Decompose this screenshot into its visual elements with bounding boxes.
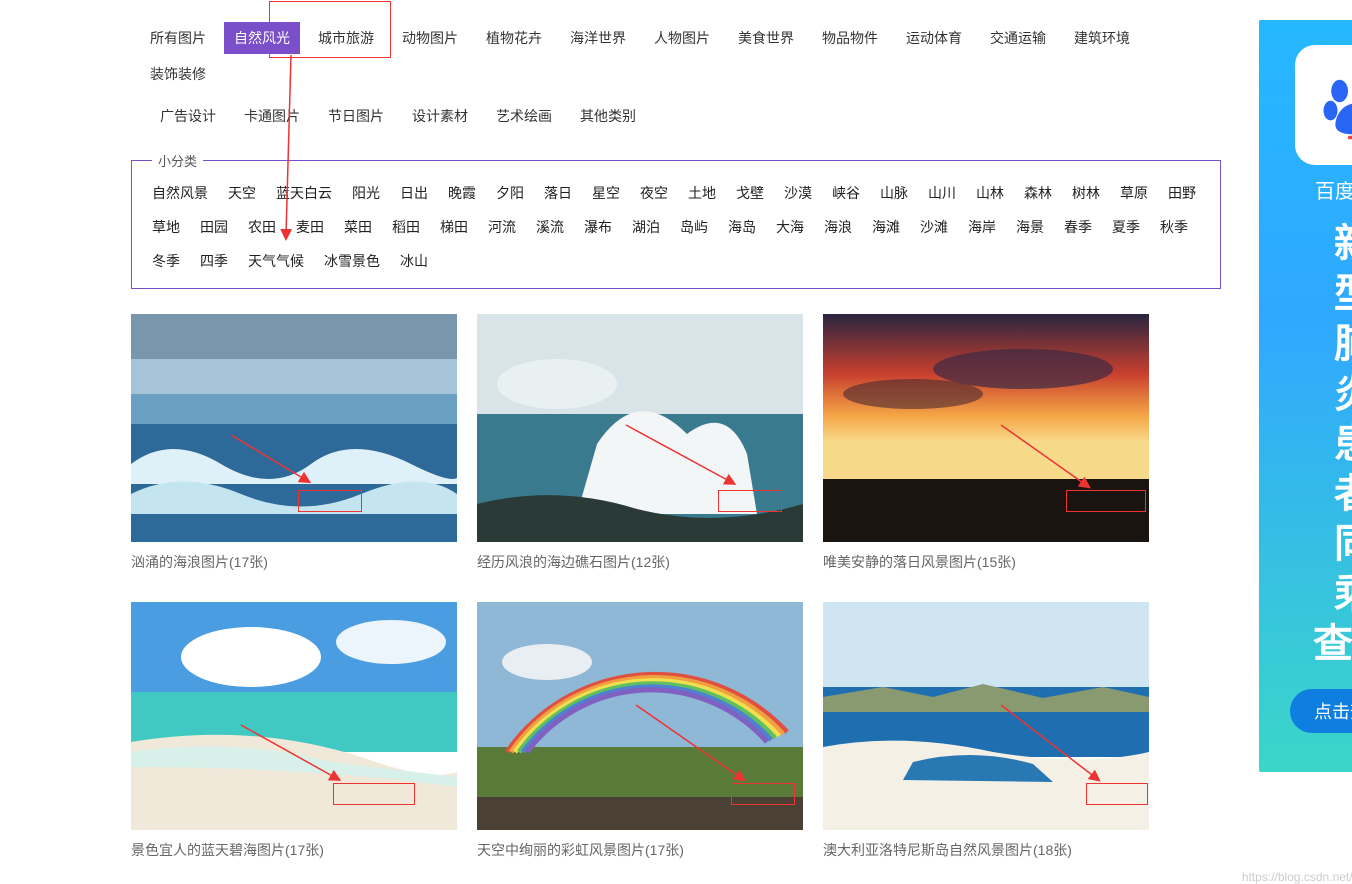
subcategory-item[interactable]: 森林 (1016, 179, 1060, 207)
baidu-paw-icon (1320, 70, 1352, 140)
subcategory-item[interactable]: 自然风景 (144, 179, 216, 207)
subcategory-item[interactable]: 星空 (584, 179, 628, 207)
subcategory-item[interactable]: 瀑布 (576, 213, 620, 241)
watermark-text: https://blog.csdn.net/qq_43068675 (1242, 870, 1352, 884)
subcategory-item[interactable]: 岛屿 (672, 213, 716, 241)
category-城市旅游[interactable]: 城市旅游 (308, 22, 384, 54)
image-card[interactable]: 唯美安静的落日风景图片(15张) (823, 314, 1149, 572)
subcategory-item[interactable]: 天空 (220, 179, 264, 207)
subcategory-item[interactable]: 大海 (768, 213, 812, 241)
subcategory-item[interactable]: 山脉 (872, 179, 916, 207)
ad-cta-button[interactable]: 点击查询› (1290, 689, 1352, 733)
subcategory-item[interactable]: 农田 (240, 213, 284, 241)
category-设计素材[interactable]: 设计素材 (402, 100, 478, 132)
category-交通运输[interactable]: 交通运输 (980, 22, 1056, 54)
card-title: 天空中绚丽的彩虹风景图片(17张) (477, 840, 803, 860)
subcategory-item[interactable]: 沙漠 (776, 179, 820, 207)
subcategory-item[interactable]: 草原 (1112, 179, 1156, 207)
image-card[interactable]: 天空中绚丽的彩虹风景图片(17张) (477, 602, 803, 860)
card-title: 澳大利亚洛特尼斯岛自然风景图片(18张) (823, 840, 1149, 860)
subcategory-item[interactable]: 戈壁 (728, 179, 772, 207)
image-card[interactable]: 汹涌的海浪图片(17张) (131, 314, 457, 572)
category-卡通图片[interactable]: 卡通图片 (234, 100, 310, 132)
card-title: 景色宜人的蓝天碧海图片(17张) (131, 840, 457, 860)
subcategory-item[interactable]: 溪流 (528, 213, 572, 241)
subcategory-item[interactable]: 夏季 (1104, 213, 1148, 241)
subcategory-item[interactable]: 梯田 (432, 213, 476, 241)
image-grid: 汹涌的海浪图片(17张) 经历风浪的海边礁石图片(12张) 唯美安静的落日风景图片(… (126, 314, 1226, 860)
image-card[interactable]: 景色宜人的蓝天碧海图片(17张) (131, 602, 457, 860)
category-艺术绘画[interactable]: 艺术绘画 (486, 100, 562, 132)
category-美食世界[interactable]: 美食世界 (728, 22, 804, 54)
side-advertisement[interactable]: 百度APP 新型肺炎患者同乘查询 点击查询› ◐广告✕ (1259, 20, 1352, 772)
subcategory-box: 小分类 自然风景天空蓝天白云阳光日出晚霞夕阳落日星空夜空土地戈壁沙漠峡谷山脉山川… (131, 160, 1221, 289)
subcategory-item[interactable]: 田野 (1160, 179, 1204, 207)
category-bar: 所有图片自然风光城市旅游动物图片植物花卉海洋世界人物图片美食世界物品物件运动体育… (126, 20, 1226, 150)
image-card[interactable]: 经历风浪的海边礁石图片(12张) (477, 314, 803, 572)
category-装饰装修[interactable]: 装饰装修 (140, 58, 216, 90)
card-title: 汹涌的海浪图片(17张) (131, 552, 457, 572)
subcategory-item[interactable]: 四季 (192, 247, 236, 275)
subcategory-item[interactable]: 沙滩 (912, 213, 956, 241)
subcategory-item[interactable]: 稻田 (384, 213, 428, 241)
subcategory-item[interactable]: 土地 (680, 179, 724, 207)
subcategory-item[interactable]: 河流 (480, 213, 524, 241)
subcategory-item[interactable]: 冰雪景色 (316, 247, 388, 275)
subcategory-item[interactable]: 晚霞 (440, 179, 484, 207)
ad-main-text: 新型肺炎患者同乘查询 (1259, 219, 1352, 669)
category-自然风光[interactable]: 自然风光 (224, 22, 300, 54)
category-节日图片[interactable]: 节日图片 (318, 100, 394, 132)
subcategory-item[interactable]: 海岛 (720, 213, 764, 241)
category-植物花卉[interactable]: 植物花卉 (476, 22, 552, 54)
subcategory-item[interactable]: 菜田 (336, 213, 380, 241)
baidu-logo-card (1295, 45, 1352, 165)
subcategory-item[interactable]: 山林 (968, 179, 1012, 207)
ad-brand-label: 百度APP (1259, 175, 1352, 204)
subcategory-item[interactable]: 夕阳 (488, 179, 532, 207)
subcategory-item[interactable]: 冰山 (392, 247, 436, 275)
subcategory-item[interactable]: 阳光 (344, 179, 388, 207)
subcategory-item[interactable]: 日出 (392, 179, 436, 207)
subcategory-item[interactable]: 天气气候 (240, 247, 312, 275)
subcategory-item[interactable]: 海浪 (816, 213, 860, 241)
subcategory-item[interactable]: 湖泊 (624, 213, 668, 241)
category-海洋世界[interactable]: 海洋世界 (560, 22, 636, 54)
subcategory-item[interactable]: 田园 (192, 213, 236, 241)
card-title: 唯美安静的落日风景图片(15张) (823, 552, 1149, 572)
category-运动体育[interactable]: 运动体育 (896, 22, 972, 54)
subcategory-item[interactable]: 冬季 (144, 247, 188, 275)
subcategory-legend: 小分类 (152, 151, 203, 170)
page-container: 所有图片自然风光城市旅游动物图片植物花卉海洋世界人物图片美食世界物品物件运动体育… (126, 0, 1226, 880)
subcategory-item[interactable]: 麦田 (288, 213, 332, 241)
category-物品物件[interactable]: 物品物件 (812, 22, 888, 54)
subcategory-item[interactable]: 落日 (536, 179, 580, 207)
category-建筑环境[interactable]: 建筑环境 (1064, 22, 1140, 54)
subcategory-item[interactable]: 草地 (144, 213, 188, 241)
subcategory-item[interactable]: 夜空 (632, 179, 676, 207)
category-人物图片[interactable]: 人物图片 (644, 22, 720, 54)
image-card[interactable]: 澳大利亚洛特尼斯岛自然风景图片(18张) (823, 602, 1149, 860)
subcategory-item[interactable]: 春季 (1056, 213, 1100, 241)
subcategory-item[interactable]: 蓝天白云 (268, 179, 340, 207)
category-其他类别[interactable]: 其他类别 (570, 100, 646, 132)
category-动物图片[interactable]: 动物图片 (392, 22, 468, 54)
subcategory-item[interactable]: 树林 (1064, 179, 1108, 207)
subcategory-item[interactable]: 海景 (1008, 213, 1052, 241)
subcategory-item[interactable]: 秋季 (1152, 213, 1196, 241)
card-title: 经历风浪的海边礁石图片(12张) (477, 552, 803, 572)
subcategory-item[interactable]: 海滩 (864, 213, 908, 241)
category-所有图片[interactable]: 所有图片 (140, 22, 216, 54)
subcategory-item[interactable]: 海岸 (960, 213, 1004, 241)
subcategory-item[interactable]: 峡谷 (824, 179, 868, 207)
subcategory-item[interactable]: 山川 (920, 179, 964, 207)
category-广告设计[interactable]: 广告设计 (150, 100, 226, 132)
